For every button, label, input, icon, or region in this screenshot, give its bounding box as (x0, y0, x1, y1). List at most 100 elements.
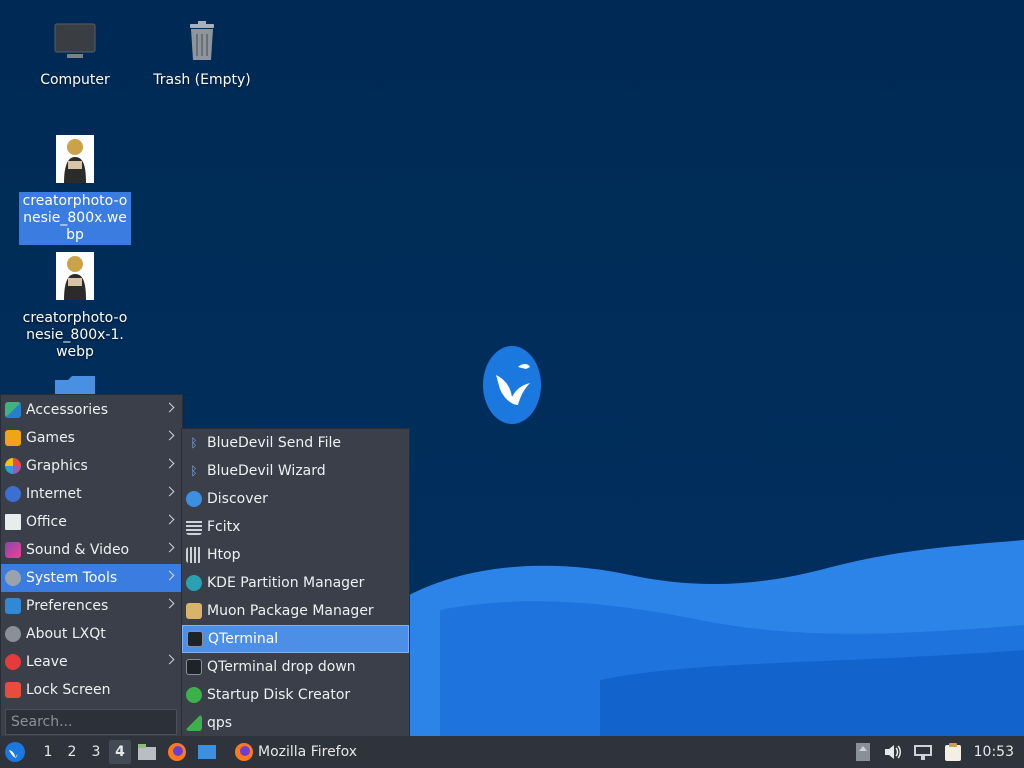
menu-item-label: Sound & Video (26, 542, 130, 558)
graphics-icon (5, 458, 21, 474)
lubuntu-logo (483, 346, 541, 424)
menu-item-label: About LXQt (26, 626, 106, 642)
desktop-icon-label: Computer (40, 72, 110, 88)
menu-item-label: Accessories (26, 402, 109, 418)
firefox-icon (168, 743, 186, 761)
menu-search-input[interactable]: Search... (5, 709, 177, 735)
menu-item-preferences[interactable]: Preferences (1, 592, 182, 620)
menu-item-bluedevil-wizard[interactable]: ᛒ BlueDevil Wizard (182, 457, 409, 485)
network-icon (913, 745, 932, 760)
computer-icon (54, 23, 96, 58)
menu-item-label: Fcitx (207, 519, 241, 535)
file-manager-icon (138, 744, 156, 760)
volume-icon (884, 745, 901, 759)
menu-item-about[interactable]: About LXQt (1, 620, 182, 648)
task-firefox[interactable]: Mozilla Firefox (228, 737, 363, 767)
menu-item-kde-partition-manager[interactable]: KDE Partition Manager (182, 569, 409, 597)
folder-icon[interactable] (54, 374, 96, 396)
package-icon (186, 603, 202, 619)
menu-item-lock-screen[interactable]: Lock Screen (1, 676, 182, 704)
chevron-right-icon (164, 514, 175, 525)
menu-item-label: Graphics (26, 458, 88, 474)
desktop-2-button[interactable]: 2 (61, 740, 83, 764)
menu-item-label: Leave (26, 654, 68, 670)
clipboard-indicator[interactable] (941, 740, 965, 764)
menu-item-system-tools[interactable]: System Tools (1, 564, 182, 592)
update-notifier[interactable] (851, 740, 875, 764)
office-icon (5, 514, 21, 530)
menu-item-muon-package-manager[interactable]: Muon Package Manager (182, 597, 409, 625)
menu-item-internet[interactable]: Internet (1, 480, 182, 508)
menu-item-htop[interactable]: Htop (182, 541, 409, 569)
menu-item-label: QTerminal drop down (207, 659, 356, 675)
bluetooth-icon: ᛒ (186, 435, 202, 451)
menu-item-bluedevil-send-file[interactable]: ᛒ BlueDevil Send File (182, 429, 409, 457)
discover-icon (186, 491, 202, 507)
menu-item-startup-disk-creator[interactable]: Startup Disk Creator (182, 681, 409, 709)
menu-item-label: Muon Package Manager (207, 603, 374, 619)
qps-icon (186, 715, 202, 731)
update-icon (855, 743, 870, 761)
menu-item-graphics[interactable]: Graphics (1, 452, 182, 480)
menu-item-label: KDE Partition Manager (207, 575, 365, 591)
show-desktop-button[interactable] (195, 738, 219, 766)
menu-item-label: Htop (207, 547, 241, 563)
menu-item-qterminal-drop-down[interactable]: QTerminal drop down (182, 653, 409, 681)
image-thumbnail-icon (56, 135, 94, 183)
desktop-icon-trash[interactable]: Trash (Empty) (144, 20, 260, 90)
menu-item-sound-video[interactable]: Sound & Video (1, 536, 182, 564)
desktop-3-button[interactable]: 3 (85, 740, 107, 764)
desktop-4-button[interactable]: 4 (109, 740, 131, 764)
chevron-right-icon (164, 402, 175, 413)
desktop-icon-image-file-2[interactable]: creatorphoto-onesie_800x-1.webp (17, 252, 133, 362)
menu-item-label: qps (207, 715, 233, 731)
system-tools-icon (5, 570, 21, 586)
menu-item-accessories[interactable]: Accessories (1, 396, 182, 424)
desktop-icon-image-file[interactable]: creatorphoto-onesie_800x.webp (17, 135, 133, 245)
menu-item-label: Internet (26, 486, 82, 502)
lubuntu-start-icon (5, 742, 25, 762)
menu-item-discover[interactable]: Discover (182, 485, 409, 513)
system-tray: 10:53 (848, 736, 1024, 768)
menu-item-games[interactable]: Games (1, 424, 182, 452)
menu-item-label: Office (26, 514, 67, 530)
chevron-right-icon (164, 430, 175, 441)
menu-item-qterminal[interactable]: QTerminal (182, 625, 409, 653)
network-indicator[interactable] (911, 740, 935, 764)
chevron-right-icon (164, 458, 175, 469)
games-icon (5, 430, 21, 446)
menu-item-label: Lock Screen (26, 682, 111, 698)
info-icon (5, 626, 21, 642)
desktop-icon-label: Trash (Empty) (153, 72, 251, 88)
menu-item-label: System Tools (26, 570, 118, 586)
firefox-launcher[interactable] (165, 738, 189, 766)
internet-icon (5, 486, 21, 502)
bluetooth-icon: ᛒ (186, 463, 202, 479)
file-manager-launcher[interactable] (135, 738, 159, 766)
terminal-icon (186, 659, 202, 675)
power-icon (5, 654, 21, 670)
menu-item-label: Games (26, 430, 75, 446)
menu-item-office[interactable]: Office (1, 508, 182, 536)
clock[interactable]: 10:53 (968, 744, 1024, 760)
menu-item-label: BlueDevil Send File (207, 435, 342, 451)
application-menu: Accessories Games Graphics Internet Offi… (0, 394, 183, 738)
desktop-switcher: 1 2 3 4 (36, 740, 132, 764)
menu-item-label: QTerminal (208, 631, 279, 647)
lock-icon (5, 682, 21, 698)
menu-item-leave[interactable]: Leave (1, 648, 182, 676)
partition-manager-icon (186, 575, 202, 591)
menu-item-qps[interactable]: qps (182, 709, 409, 737)
volume-control[interactable] (881, 740, 905, 764)
firefox-icon (235, 743, 253, 761)
chevron-right-icon (164, 598, 175, 609)
menu-item-fcitx[interactable]: Fcitx (182, 513, 409, 541)
task-label: Mozilla Firefox (258, 744, 358, 760)
preferences-icon (5, 598, 21, 614)
desktop-icon-label: creatorphoto-onesie_800x.webp (19, 192, 131, 245)
sound-video-icon (5, 542, 21, 558)
image-thumbnail-icon (56, 252, 94, 300)
desktop-1-button[interactable]: 1 (37, 740, 59, 764)
start-menu-button[interactable] (0, 736, 30, 768)
desktop-icon-computer[interactable]: Computer (17, 20, 133, 90)
